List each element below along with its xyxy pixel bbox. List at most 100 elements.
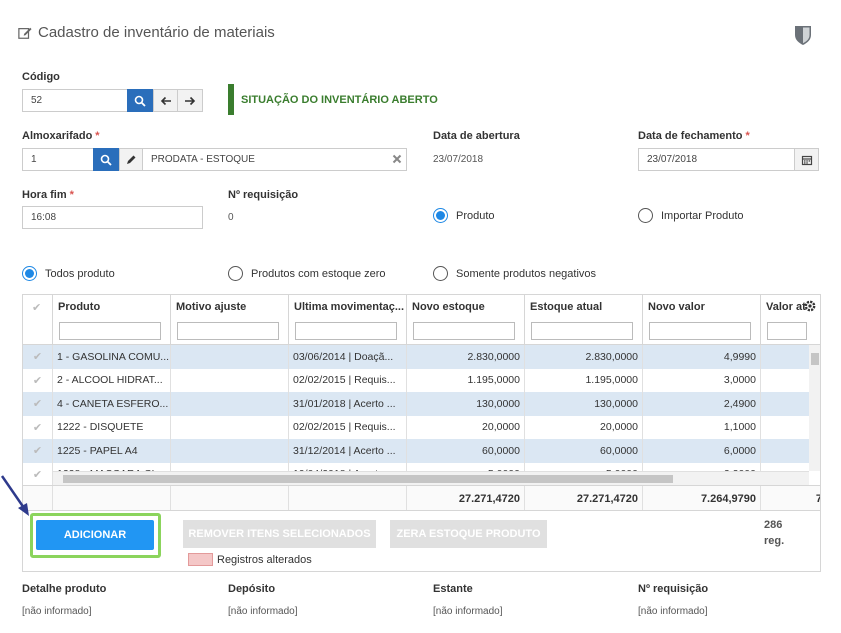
table-cell[interactable] xyxy=(761,369,809,393)
table-cell[interactable]: 2,4900 xyxy=(643,392,761,416)
radio-negativos[interactable]: Somente produtos negativos xyxy=(433,266,596,281)
radio-todos-circle[interactable] xyxy=(22,266,37,281)
table-cell[interactable]: 1,1000 xyxy=(643,415,761,439)
required-mark: * xyxy=(745,130,750,142)
table-cell[interactable] xyxy=(171,415,289,439)
shield-icon[interactable] xyxy=(793,24,813,46)
radio-zero-circle[interactable] xyxy=(228,266,243,281)
codigo-search-button[interactable] xyxy=(127,89,153,112)
table-cell[interactable]: 2.830,0000 xyxy=(525,345,643,369)
horizontal-scrollbar[interactable] xyxy=(53,471,809,485)
zero-stock-button[interactable]: ZERA ESTOQUE PRODUTO xyxy=(390,520,547,548)
radio-importar-circle[interactable] xyxy=(638,208,653,223)
table-cell[interactable]: 4,9990 xyxy=(643,345,761,369)
table-cell[interactable]: 60,0000 xyxy=(525,439,643,463)
table-cell[interactable]: 2.830,0000 xyxy=(407,345,525,369)
table-cell[interactable] xyxy=(171,439,289,463)
row-check-icon[interactable]: ✔ xyxy=(23,345,53,369)
almoxarifado-name-input[interactable]: PRODATA - ESTOQUE xyxy=(142,148,407,171)
add-button[interactable]: ADICIONAR xyxy=(36,520,154,550)
table-cell[interactable] xyxy=(761,416,809,440)
table-cell[interactable]: 03/06/2014 | Doaçã... xyxy=(289,345,407,369)
remove-selected-button[interactable]: REMOVER ITENS SELECIONADOS xyxy=(183,520,376,548)
table-cell[interactable]: 1.195,0000 xyxy=(407,368,525,392)
col-valor-atual[interactable]: Valor at xyxy=(761,295,809,345)
filter-valor-atual[interactable] xyxy=(767,322,807,340)
table-cell[interactable]: 1222 - DISQUETE xyxy=(53,415,171,439)
next-button[interactable] xyxy=(177,89,203,112)
col-estoque-atual[interactable]: Estoque atual xyxy=(525,295,643,345)
radio-importar[interactable]: Importar Produto xyxy=(638,208,744,223)
row-check-icon[interactable]: ✔ xyxy=(23,392,53,416)
inventory-grid: ✔ Produto Motivo ajuste Ultima movimenta… xyxy=(22,294,821,511)
col-motivo[interactable]: Motivo ajuste xyxy=(171,295,289,345)
table-cell[interactable]: 130,0000 xyxy=(407,392,525,416)
detalhe-label: Detalhe produto xyxy=(22,583,107,595)
table-row[interactable]: ✔ 2 - ALCOOL HIDRAT... 02/02/2015 | Requis… xyxy=(23,368,809,393)
pencil-icon xyxy=(127,155,136,164)
select-all-column[interactable]: ✔ xyxy=(23,295,53,345)
table-cell[interactable] xyxy=(761,439,809,463)
vertical-scroll-thumb[interactable] xyxy=(811,353,819,365)
almoxarifado-search-button[interactable] xyxy=(93,148,119,171)
table-row[interactable]: ✔ 1222 - DISQUETE 02/02/2015 | Requis... 20… xyxy=(23,415,809,440)
table-cell[interactable]: 2 - ALCOOL HIDRAT... xyxy=(53,368,171,392)
table-cell[interactable]: 02/02/2015 | Requis... xyxy=(289,368,407,392)
table-cell[interactable]: 6,0000 xyxy=(643,439,761,463)
hora-input[interactable]: 16:08 xyxy=(22,206,203,229)
table-cell[interactable]: 4 - CANETA ESFERO... xyxy=(53,392,171,416)
radio-todos[interactable]: Todos produto xyxy=(22,266,115,281)
codigo-input[interactable]: 52 xyxy=(22,89,128,112)
filter-estoque-atual[interactable] xyxy=(531,322,633,340)
table-cell[interactable] xyxy=(761,345,809,369)
table-cell[interactable]: 20,0000 xyxy=(407,415,525,439)
table-cell[interactable]: 20,0000 xyxy=(525,415,643,439)
clear-icon[interactable] xyxy=(392,154,402,164)
table-cell[interactable] xyxy=(171,392,289,416)
table-cell[interactable]: 02/02/2015 | Requis... xyxy=(289,415,407,439)
table-cell[interactable]: 3,0000 xyxy=(643,368,761,392)
row-check-icon[interactable]: ✔ xyxy=(23,368,53,392)
check-icon[interactable]: ✔ xyxy=(32,301,41,314)
filter-produto[interactable] xyxy=(59,322,161,340)
col-ultima[interactable]: Ultima movimentaç... xyxy=(289,295,407,345)
radio-negativos-circle[interactable] xyxy=(433,266,448,281)
almoxarifado-edit-button[interactable] xyxy=(119,148,143,171)
table-cell[interactable]: 1 - GASOLINA COMU... xyxy=(53,345,171,369)
record-count-number: 286 xyxy=(764,519,783,531)
table-cell[interactable]: 31/12/2014 | Acerto ... xyxy=(289,439,407,463)
gear-icon[interactable] xyxy=(803,299,817,313)
table-row[interactable]: ✔ 1 - GASOLINA COMU... 03/06/2014 | Doaçã.… xyxy=(23,345,809,369)
vertical-scrollbar[interactable] xyxy=(809,345,820,471)
calendar-button[interactable] xyxy=(794,148,819,171)
horizontal-scroll-thumb[interactable] xyxy=(63,475,673,483)
radio-zero[interactable]: Produtos com estoque zero xyxy=(228,266,386,281)
table-cell[interactable] xyxy=(171,345,289,369)
almoxarifado-code-input[interactable]: 1 xyxy=(22,148,94,171)
table-row[interactable]: ✔ 1225 - PAPEL A4 31/12/2014 | Acerto ... 6… xyxy=(23,439,809,463)
radio-produto-circle[interactable] xyxy=(433,208,448,223)
col-novo-valor[interactable]: Novo valor xyxy=(643,295,761,345)
table-cell[interactable] xyxy=(171,368,289,392)
table-cell[interactable]: 1225 - PAPEL A4 xyxy=(53,439,171,463)
detail-requisicao-value: [não informado] xyxy=(638,606,708,617)
table-cell[interactable]: 60,0000 xyxy=(407,439,525,463)
table-cell[interactable] xyxy=(761,392,809,416)
table-cell[interactable]: 1.195,0000 xyxy=(525,368,643,392)
col-produto[interactable]: Produto xyxy=(53,295,171,345)
row-check-icon[interactable]: ✔ xyxy=(23,439,53,463)
table-row[interactable]: ✔ 4 - CANETA ESFERO... 31/01/2018 | Acerto… xyxy=(23,392,809,416)
filter-novo-valor[interactable] xyxy=(649,322,751,340)
table-cell[interactable]: 130,0000 xyxy=(525,392,643,416)
radio-produto[interactable]: Produto xyxy=(433,208,495,223)
fechamento-input[interactable]: 23/07/2018 xyxy=(638,148,795,171)
table-cell[interactable]: 31/01/2018 | Acerto ... xyxy=(289,392,407,416)
filter-ultima[interactable] xyxy=(295,322,397,340)
row-check-icon[interactable]: ✔ xyxy=(23,415,53,439)
filter-novo-estoque[interactable] xyxy=(413,322,515,340)
total-novo-estoque: 27.271,4720 xyxy=(407,486,525,510)
filter-motivo[interactable] xyxy=(177,322,279,340)
deposito-value: [não informado] xyxy=(228,606,298,617)
prev-button[interactable] xyxy=(153,89,178,112)
col-novo-estoque[interactable]: Novo estoque xyxy=(407,295,525,345)
